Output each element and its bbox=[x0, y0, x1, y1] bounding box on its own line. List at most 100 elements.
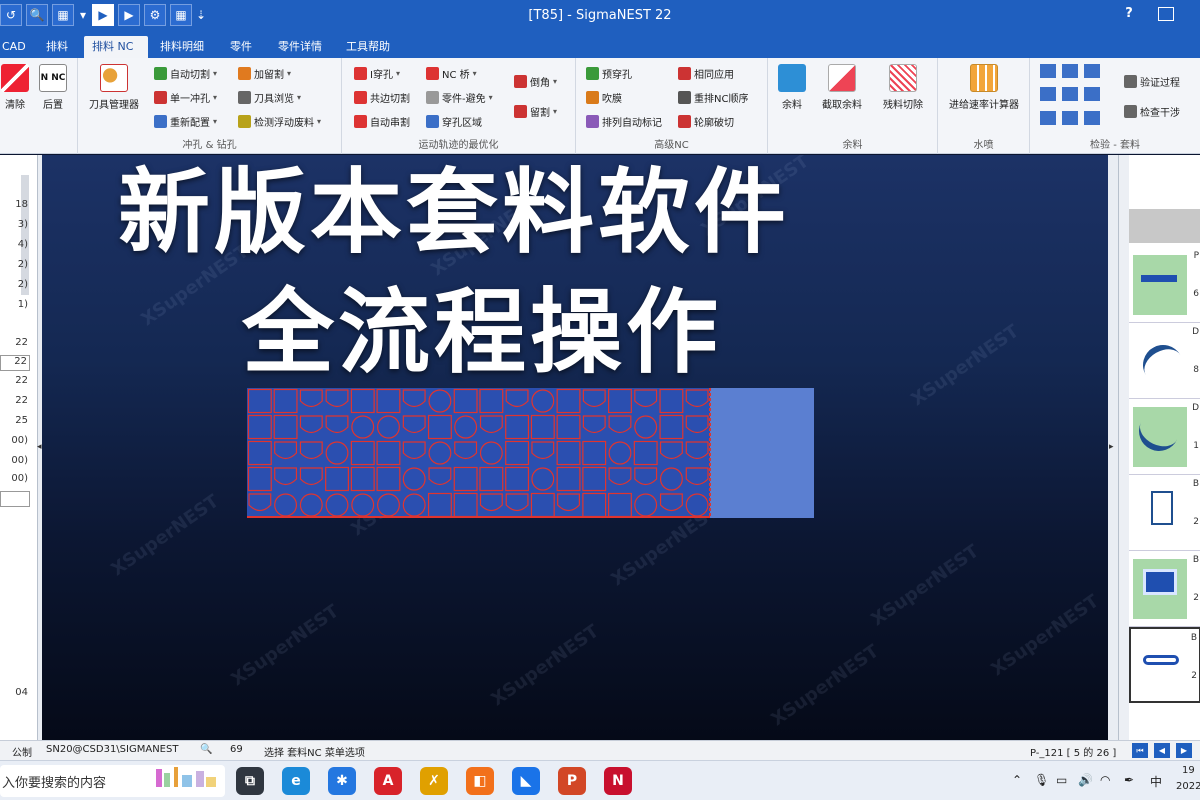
feed-rate-calc-button[interactable]: 进给速率计算器 bbox=[942, 64, 1026, 111]
left-panel-row[interactable]: 2) bbox=[0, 259, 30, 270]
collapse-right-button[interactable]: ▸ bbox=[1108, 155, 1118, 740]
nested-part[interactable] bbox=[274, 467, 298, 486]
nested-part[interactable] bbox=[685, 415, 709, 434]
nested-part[interactable] bbox=[273, 388, 298, 414]
nested-part[interactable] bbox=[325, 493, 349, 517]
nested-part[interactable] bbox=[582, 415, 606, 434]
nested-part[interactable] bbox=[582, 440, 607, 466]
reconfigure-button[interactable]: 重新配置 ▾ bbox=[154, 112, 217, 130]
nested-part[interactable] bbox=[659, 388, 684, 414]
nested-part[interactable] bbox=[582, 492, 607, 518]
nested-part[interactable] bbox=[556, 388, 581, 414]
left-panel-row[interactable]: 00) bbox=[0, 455, 30, 466]
first-page-icon[interactable]: ⏮ bbox=[1132, 743, 1148, 758]
wifi-icon[interactable]: ◠ bbox=[1100, 773, 1110, 787]
nested-part[interactable] bbox=[273, 414, 298, 440]
clear-button[interactable]: 清除 bbox=[0, 64, 30, 111]
left-panel-row[interactable] bbox=[0, 491, 30, 507]
check-tool-icon[interactable] bbox=[1062, 110, 1078, 125]
nested-part[interactable] bbox=[247, 466, 272, 492]
nested-part[interactable] bbox=[659, 467, 683, 491]
nested-part[interactable] bbox=[453, 466, 478, 492]
nested-part[interactable] bbox=[505, 440, 530, 466]
nested-part[interactable] bbox=[325, 441, 349, 465]
cut-remnant-button[interactable]: 截取余料 bbox=[812, 64, 872, 111]
nested-part[interactable] bbox=[531, 467, 555, 491]
restore-button[interactable] bbox=[1158, 7, 1174, 21]
left-panel-row[interactable]: 4) bbox=[0, 239, 30, 250]
tab-nesting-nc[interactable]: 排料 NC bbox=[84, 36, 148, 58]
part-card[interactable]: B 2 bbox=[1129, 475, 1200, 551]
nested-part[interactable] bbox=[659, 414, 684, 440]
nested-part[interactable] bbox=[659, 441, 683, 460]
tool-browse-button[interactable]: 刀具浏览 ▾ bbox=[238, 88, 301, 106]
tab-tools-help[interactable]: 工具帮助 bbox=[338, 36, 398, 58]
clock-date[interactable]: 2022 bbox=[1176, 781, 1200, 792]
nested-part[interactable] bbox=[479, 493, 503, 512]
nested-part[interactable] bbox=[505, 389, 529, 408]
nested-part[interactable] bbox=[325, 389, 349, 408]
check-interference-button[interactable]: 检查干涉 bbox=[1124, 102, 1180, 120]
pierce-area-button[interactable]: 穿孔区域 bbox=[426, 112, 482, 130]
nested-part[interactable] bbox=[634, 493, 658, 517]
prev-page-icon[interactable]: ◀ bbox=[1154, 743, 1170, 758]
nested-part[interactable] bbox=[376, 466, 401, 492]
nested-part[interactable] bbox=[428, 389, 452, 413]
add-tab-button[interactable]: 加留割 ▾ bbox=[238, 64, 291, 82]
microphone-icon[interactable]: 🎙 bbox=[1034, 773, 1049, 787]
check-tool-icon[interactable] bbox=[1084, 87, 1100, 102]
nested-part[interactable] bbox=[685, 467, 709, 486]
nested-part[interactable] bbox=[582, 389, 606, 408]
tab-parts[interactable]: 零件 bbox=[222, 36, 260, 58]
nested-part[interactable] bbox=[608, 415, 632, 434]
part-card[interactable]: P 6 bbox=[1129, 247, 1200, 323]
check-tool-icon[interactable] bbox=[1084, 64, 1100, 78]
nested-part[interactable] bbox=[479, 466, 504, 492]
volume-icon[interactable]: 🔊 bbox=[1078, 773, 1093, 787]
check-tool-icon[interactable] bbox=[1040, 64, 1056, 78]
nested-part[interactable] bbox=[427, 492, 452, 518]
check-tool-icon[interactable] bbox=[1040, 110, 1056, 125]
acrobat-icon[interactable]: A bbox=[374, 767, 402, 795]
nested-part[interactable] bbox=[299, 467, 323, 486]
common-cut-button[interactable]: 共边切割 bbox=[354, 88, 410, 106]
nc-bridge-button[interactable]: NC 桥 ▾ bbox=[426, 64, 477, 82]
nested-part[interactable] bbox=[402, 493, 426, 517]
nested-part[interactable] bbox=[376, 440, 401, 466]
parts-list-scrollbar[interactable] bbox=[1119, 155, 1129, 740]
left-panel-row[interactable]: 3) bbox=[0, 219, 30, 230]
sigmanest-icon[interactable]: N bbox=[604, 767, 632, 795]
check-tool-icon[interactable] bbox=[1062, 64, 1078, 78]
nested-part[interactable] bbox=[505, 466, 530, 492]
nested-part[interactable] bbox=[299, 493, 323, 517]
nested-part[interactable] bbox=[454, 415, 478, 439]
part-card-selected[interactable]: B 2 bbox=[1129, 627, 1200, 703]
nested-part[interactable] bbox=[351, 493, 375, 517]
nested-part[interactable] bbox=[608, 388, 632, 414]
nested-part[interactable] bbox=[402, 415, 426, 434]
nested-part[interactable] bbox=[350, 466, 375, 492]
edge-icon[interactable]: e bbox=[282, 767, 310, 795]
task-view-icon[interactable]: ⧉ bbox=[236, 767, 264, 795]
left-panel-row[interactable]: 04 bbox=[0, 687, 30, 698]
leave-cut-button[interactable]: 留割 ▾ bbox=[514, 102, 557, 120]
check-tool-icon[interactable] bbox=[1084, 110, 1100, 125]
nested-part[interactable] bbox=[350, 440, 375, 466]
tab-cad[interactable]: CAD bbox=[0, 36, 34, 58]
nested-part[interactable] bbox=[247, 440, 272, 466]
chain-cut-button[interactable]: 自动串割 bbox=[354, 112, 410, 130]
app-orange-icon[interactable]: ◧ bbox=[466, 767, 494, 795]
nested-part[interactable] bbox=[556, 440, 581, 466]
remnant-button[interactable]: 余料 bbox=[772, 64, 812, 111]
part-avoid-button[interactable]: 零件-避免 ▾ bbox=[426, 88, 493, 106]
tab-nesting[interactable]: 排料 bbox=[38, 36, 76, 58]
nested-part[interactable] bbox=[325, 415, 349, 434]
next-page-icon[interactable]: ▶ bbox=[1176, 743, 1192, 758]
check-tool-icon[interactable] bbox=[1040, 87, 1056, 102]
nested-part[interactable] bbox=[377, 493, 400, 517]
nested-part[interactable] bbox=[556, 414, 581, 440]
nested-part[interactable] bbox=[453, 388, 478, 414]
nested-part[interactable] bbox=[505, 414, 530, 440]
nested-part[interactable] bbox=[608, 492, 632, 518]
single-punch-button[interactable]: 单一冲孔 ▾ bbox=[154, 88, 217, 106]
